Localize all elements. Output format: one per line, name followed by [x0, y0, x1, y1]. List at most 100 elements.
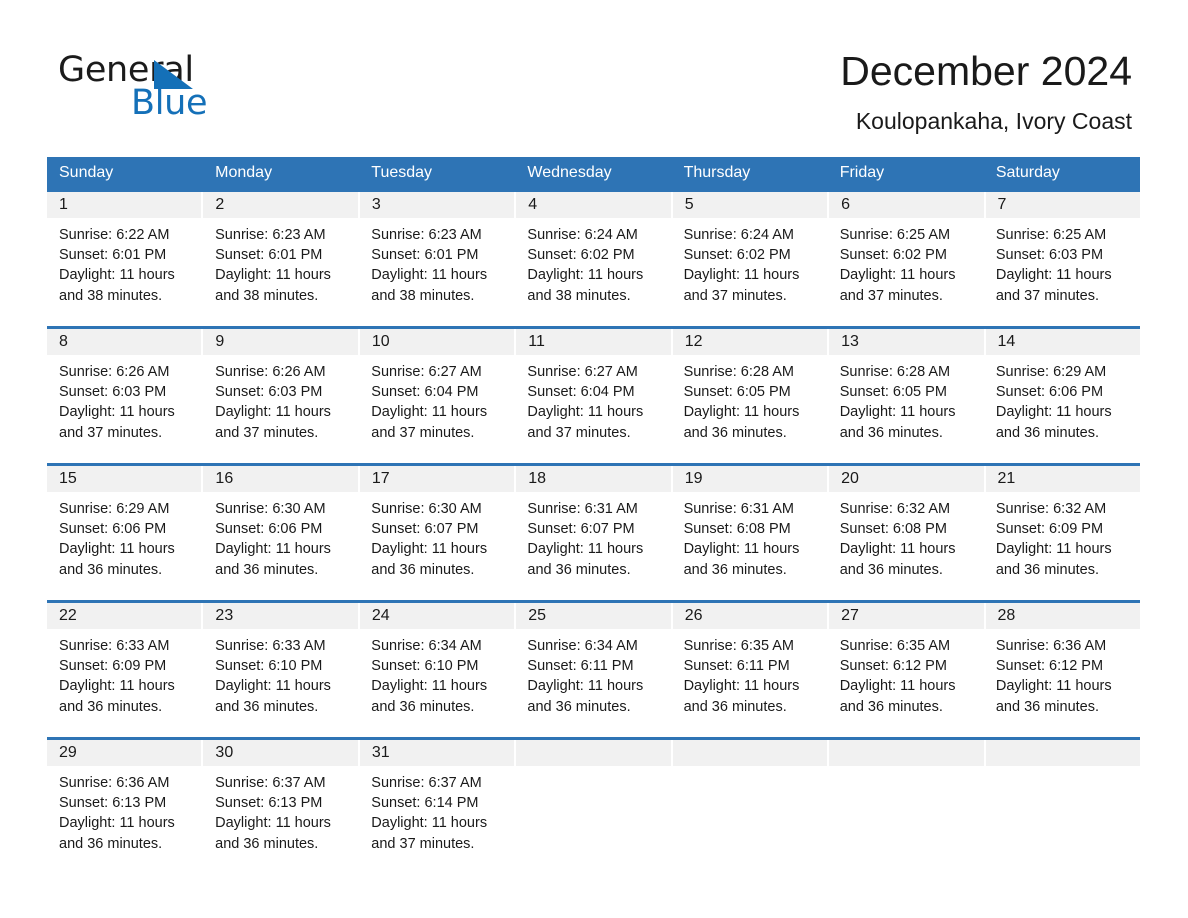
- calendar-week-row: 15 16 17 18 19 20 21 Sunrise: 6:29 AM Su…: [47, 463, 1140, 600]
- sunrise-text: Sunrise: 6:26 AM: [215, 364, 326, 380]
- weekday-header-thursday: Thursday: [683, 164, 751, 181]
- day-number[interactable]: 9: [203, 329, 360, 355]
- day-number[interactable]: 11: [516, 329, 673, 355]
- day-number[interactable]: 16: [203, 466, 360, 492]
- daylight-text-line2: and 37 minutes.: [839, 287, 943, 304]
- daylight-text-line1: Daylight: 11 hours: [683, 404, 800, 421]
- day-number[interactable]: 20: [829, 466, 986, 492]
- daylight-text-line2: and 36 minutes.: [527, 698, 631, 715]
- sunrise-text: Sunrise: 6:24 AM: [527, 227, 638, 243]
- daylight-text-line2: and 37 minutes.: [683, 287, 787, 304]
- day-number[interactable]: 13: [829, 329, 986, 355]
- day-number[interactable]: 2: [203, 192, 360, 218]
- sunset-text: Sunset: 6:08 PM: [683, 521, 791, 538]
- day-number[interactable]: 29: [47, 740, 204, 766]
- sunrise-text: Sunrise: 6:36 AM: [995, 638, 1107, 654]
- daylight-text-line2: and 36 minutes.: [995, 698, 1100, 715]
- sunrise-text: Sunrise: 6:22 AM: [59, 227, 170, 243]
- day-number[interactable]: 19: [673, 466, 830, 492]
- daylight-text-line1: Daylight: 11 hours: [683, 541, 800, 558]
- sunset-text: Sunset: 6:04 PM: [371, 384, 479, 401]
- daylight-text-line2: and 38 minutes.: [527, 287, 631, 304]
- sunrise-text: Sunrise: 6:36 AM: [59, 775, 170, 791]
- sunset-text: Sunset: 6:02 PM: [527, 247, 635, 264]
- day-number[interactable]: 15: [47, 466, 204, 492]
- daylight-text-line1: Daylight: 11 hours: [59, 404, 175, 421]
- sunrise-text: Sunrise: 6:27 AM: [371, 364, 482, 380]
- day-number[interactable]: 17: [360, 466, 517, 492]
- sunrise-text: Sunrise: 6:28 AM: [683, 364, 794, 380]
- daylight-text-line2: and 36 minutes.: [371, 561, 475, 578]
- sunrise-text: Sunrise: 6:24 AM: [683, 227, 794, 243]
- weekday-header-saturday: Saturday: [995, 164, 1060, 181]
- day-number[interactable]: 12: [673, 329, 830, 355]
- day-detail-cell: Sunrise: 6:33 AM Sunset: 6:09 PM Dayligh…: [47, 629, 203, 737]
- sunset-text: Sunset: 6:07 PM: [527, 521, 635, 538]
- daylight-text-line2: and 36 minutes.: [839, 424, 943, 441]
- day-cell-empty: [829, 740, 986, 766]
- daylight-text-line2: and 36 minutes.: [59, 561, 163, 578]
- day-number[interactable]: 31: [360, 740, 517, 766]
- day-number[interactable]: 21: [986, 466, 1140, 492]
- daylight-text-line2: and 36 minutes.: [839, 561, 943, 578]
- day-number[interactable]: 23: [203, 603, 360, 629]
- daylight-text-line1: Daylight: 11 hours: [371, 815, 488, 832]
- day-number[interactable]: 27: [829, 603, 986, 629]
- general-blue-logo[interactable]: General Blue: [58, 52, 318, 124]
- week-detail-row: Sunrise: 6:36 AM Sunset: 6:13 PM Dayligh…: [47, 766, 1140, 874]
- day-detail-cell: Sunrise: 6:30 AM Sunset: 6:06 PM Dayligh…: [203, 492, 359, 600]
- calendar-week-row: 8 9 10 11 12 13 14 Sunrise: 6:26 AM Suns…: [47, 326, 1140, 463]
- day-detail-cell: Sunrise: 6:25 AM Sunset: 6:03 PM Dayligh…: [984, 218, 1140, 326]
- daylight-text-line1: Daylight: 11 hours: [215, 267, 331, 284]
- sunset-text: Sunset: 6:09 PM: [59, 658, 167, 675]
- day-number[interactable]: 8: [47, 329, 204, 355]
- day-number[interactable]: 5: [673, 192, 830, 218]
- day-number[interactable]: 3: [360, 192, 517, 218]
- sunrise-text: Sunrise: 6:28 AM: [839, 364, 951, 380]
- sunrise-text: Sunrise: 6:32 AM: [839, 501, 951, 517]
- day-number[interactable]: 30: [203, 740, 360, 766]
- sunrise-text: Sunrise: 6:23 AM: [371, 227, 482, 243]
- daylight-text-line2: and 36 minutes.: [683, 561, 787, 578]
- sunrise-text: Sunrise: 6:27 AM: [527, 364, 638, 380]
- page-header: General Blue December 2024 Koulopankaha,…: [0, 0, 1188, 156]
- day-number[interactable]: 14: [986, 329, 1140, 355]
- day-number[interactable]: 7: [986, 192, 1140, 218]
- daylight-text-line2: and 36 minutes.: [995, 424, 1100, 441]
- sunset-text: Sunset: 6:01 PM: [59, 247, 167, 264]
- sunset-text: Sunset: 6:14 PM: [371, 795, 479, 812]
- calendar-week-row: 29 30 31 Sunrise: 6:36 AM Sunset: 6:13 P…: [47, 737, 1140, 874]
- sunrise-text: Sunrise: 6:30 AM: [215, 501, 326, 517]
- sunrise-text: Sunrise: 6:29 AM: [995, 364, 1107, 380]
- day-detail-cell: Sunrise: 6:31 AM Sunset: 6:07 PM Dayligh…: [515, 492, 671, 600]
- weekday-header-sunday: Sunday: [59, 164, 114, 181]
- daylight-text-line1: Daylight: 11 hours: [371, 267, 488, 284]
- sunset-text: Sunset: 6:02 PM: [683, 247, 791, 264]
- logo-text-blue: Blue: [131, 83, 208, 123]
- sunrise-text: Sunrise: 6:32 AM: [995, 501, 1107, 517]
- day-number[interactable]: 26: [673, 603, 830, 629]
- day-number[interactable]: 25: [516, 603, 673, 629]
- daylight-text-line1: Daylight: 11 hours: [527, 267, 644, 284]
- day-detail-cell: Sunrise: 6:29 AM Sunset: 6:06 PM Dayligh…: [984, 355, 1140, 463]
- day-number[interactable]: 22: [47, 603, 204, 629]
- day-number[interactable]: 6: [829, 192, 986, 218]
- day-detail-cell: Sunrise: 6:37 AM Sunset: 6:14 PM Dayligh…: [359, 766, 515, 874]
- day-number[interactable]: 18: [516, 466, 673, 492]
- day-number[interactable]: 10: [360, 329, 517, 355]
- daylight-text-line2: and 38 minutes.: [215, 287, 319, 304]
- day-number[interactable]: 1: [47, 192, 204, 218]
- daylight-text-line1: Daylight: 11 hours: [371, 678, 488, 695]
- day-detail-cell: Sunrise: 6:23 AM Sunset: 6:01 PM Dayligh…: [359, 218, 515, 326]
- day-detail-cell: Sunrise: 6:26 AM Sunset: 6:03 PM Dayligh…: [203, 355, 359, 463]
- day-detail-cell: Sunrise: 6:26 AM Sunset: 6:03 PM Dayligh…: [47, 355, 203, 463]
- day-number[interactable]: 24: [360, 603, 517, 629]
- daylight-text-line2: and 38 minutes.: [371, 287, 475, 304]
- sunset-text: Sunset: 6:02 PM: [839, 247, 947, 264]
- day-number[interactable]: 28: [986, 603, 1140, 629]
- day-number[interactable]: 4: [516, 192, 673, 218]
- day-detail-cell: Sunrise: 6:37 AM Sunset: 6:13 PM Dayligh…: [203, 766, 359, 874]
- sunset-text: Sunset: 6:05 PM: [839, 384, 947, 401]
- week-detail-row: Sunrise: 6:26 AM Sunset: 6:03 PM Dayligh…: [47, 355, 1140, 463]
- sunset-text: Sunset: 6:08 PM: [839, 521, 947, 538]
